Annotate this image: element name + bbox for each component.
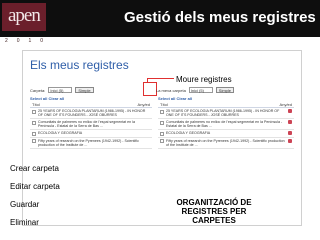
record-title: 25 YEARS OF ECOLOGIA PLANTARUM (1986-199… (166, 109, 280, 117)
caption-note: ORGANITZACIÓ DE REGISTRES PER CARPETES (176, 198, 252, 225)
left-toolbar: Carpeta: Inici (5) Simple (30, 86, 140, 94)
delete-icon[interactable] (288, 131, 292, 135)
record-title: ECOLOGIA Y GEOGRAFIA (166, 131, 211, 135)
logo-year-digit: 2 (5, 38, 8, 44)
right-toolbar: La meva carpeta Inici (5) Simple (156, 86, 296, 94)
list-item[interactable]: Fifty years of research on the Pyrenees … (30, 138, 152, 149)
row-checkbox[interactable] (160, 139, 164, 143)
logo-year: 2 0 1 0 (2, 38, 46, 44)
logo-year-digit: 0 (16, 38, 20, 44)
record-title: Comunitats de palmeres no enlloc de l'es… (166, 120, 283, 128)
move-button-highlight[interactable] (143, 82, 157, 96)
menu-create-folder[interactable]: Crear carpeta (10, 164, 120, 173)
logo-year-digit: 0 (40, 38, 43, 44)
list-item[interactable]: Comunitats de palmeres no enlloc de l'es… (30, 119, 152, 130)
panel-title: Els meus registres (30, 58, 129, 72)
list-item[interactable]: 25 YEARS OF ECOLOGIA PLANTARUM (1986-199… (30, 108, 152, 119)
target-view-button[interactable]: Simple (215, 87, 235, 93)
row-checkbox[interactable] (32, 120, 36, 125)
record-title: Fifty years of research on the Pyrenees … (38, 138, 139, 147)
row-checkbox[interactable] (160, 120, 164, 125)
row-checkbox[interactable] (32, 109, 36, 114)
list-item[interactable]: Fifty years of research on the Pyrenees … (158, 138, 294, 149)
menu-delete[interactable]: Eliminar (10, 218, 120, 227)
record-title: Fifty years of research on the Pyrenees … (166, 138, 285, 147)
folder-select[interactable]: Inici (5) (48, 87, 73, 93)
delete-icon[interactable] (288, 138, 292, 143)
row-checkbox[interactable] (32, 131, 36, 136)
menu-save[interactable]: Guardar (10, 200, 120, 209)
delete-icon[interactable] (288, 120, 292, 124)
row-checkbox[interactable] (32, 139, 36, 143)
col-title: Títol (32, 102, 40, 107)
col-year: Any/ed (137, 102, 150, 107)
folder-label: Carpeta: (30, 87, 46, 93)
row-checkbox[interactable] (160, 131, 164, 136)
right-record-list: Select all Clear all Títol Any/ed 25 YEA… (158, 96, 294, 149)
record-title: 25 YEARS OF ECOLOGIA PLANTARUM (1986-199… (38, 109, 146, 117)
view-button[interactable]: Simple (75, 87, 94, 93)
menu-edit-folder[interactable]: Editar carpeta (10, 182, 120, 191)
logo: apen (2, 3, 46, 31)
row-checkbox[interactable] (160, 109, 164, 114)
list-item[interactable]: 25 YEARS OF ECOLOGIA PLANTARUM (1986-199… (158, 108, 294, 119)
left-record-list: Select all Clear all Títol Any/ed 25 YEA… (30, 96, 152, 149)
list-item[interactable]: Comunitats de palmeres no enlloc de l'es… (158, 119, 294, 130)
delete-icon[interactable] (288, 109, 292, 113)
logo-year-digit: 1 (28, 38, 32, 44)
annotation-arrow (148, 78, 174, 79)
header-bar: apen Gestió dels meus registres (0, 0, 320, 37)
target-folder-label: La meva carpeta (156, 87, 186, 93)
col-title: Títol (160, 102, 168, 107)
list-item[interactable]: ECOLOGIA Y GEOGRAFIA (30, 130, 152, 138)
page-title: Gestió dels meus registres (124, 9, 316, 26)
move-records-label: Moure registres (176, 75, 232, 84)
target-folder-select[interactable]: Inici (5) (188, 87, 213, 93)
record-title: ECOLOGIA Y GEOGRAFIA (38, 131, 83, 135)
list-item[interactable]: ECOLOGIA Y GEOGRAFIA (158, 130, 294, 138)
col-year: Any/ed (279, 102, 292, 107)
record-title: Comunitats de palmeres no enlloc de l'es… (38, 120, 135, 128)
logo-text: apen (8, 5, 41, 26)
